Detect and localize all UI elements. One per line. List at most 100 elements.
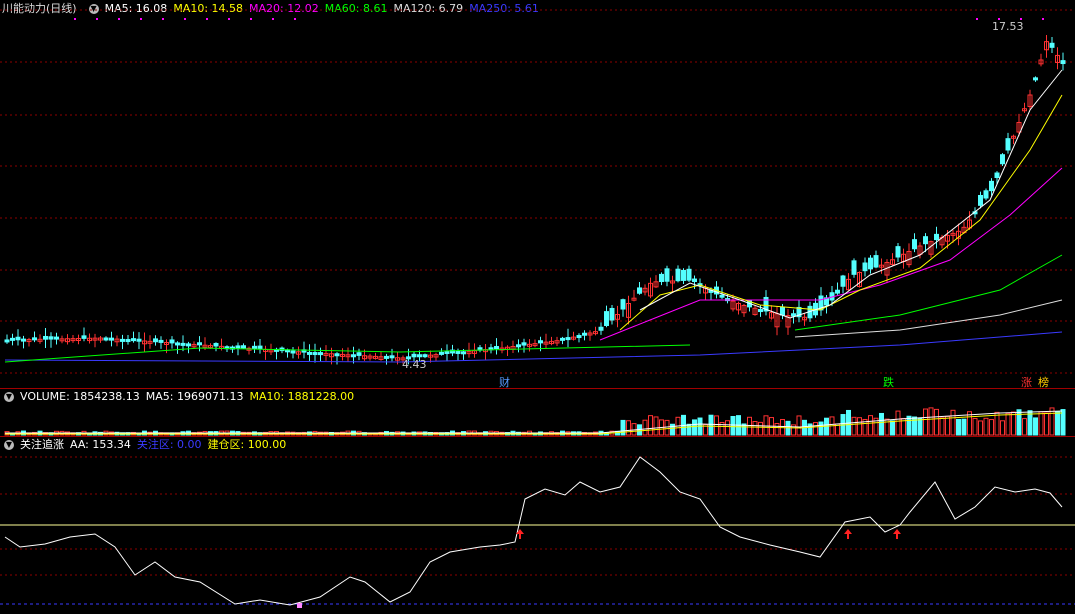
candle-body	[351, 354, 356, 358]
price-chart[interactable]	[0, 0, 1075, 388]
candle-body	[290, 350, 296, 354]
candle-body	[125, 339, 131, 343]
volume-bar	[730, 416, 736, 436]
candle-body	[197, 342, 202, 346]
candle-body	[10, 337, 15, 341]
volume-bar	[763, 415, 769, 436]
volume-bar	[1044, 412, 1049, 436]
volume-bar	[895, 410, 901, 436]
volume-bar	[868, 415, 873, 436]
candle-body	[312, 352, 318, 356]
candle-body	[444, 350, 450, 355]
candle-body	[659, 273, 664, 283]
volume-bar	[989, 419, 994, 436]
candle-body	[1005, 138, 1011, 151]
candle-body	[598, 326, 604, 331]
candle-body	[213, 342, 219, 347]
signal-dot	[228, 18, 230, 20]
candle-body	[978, 194, 983, 206]
volume-bar	[725, 420, 730, 436]
volume-bar	[664, 419, 670, 436]
volume-bar	[1033, 417, 1038, 436]
candle-body	[791, 313, 796, 317]
candle-body	[895, 246, 901, 258]
volume-bar	[956, 418, 961, 436]
volume-bar	[714, 415, 719, 436]
signal-dot	[118, 18, 120, 20]
aa-line	[4, 456, 1063, 606]
volume-bar	[890, 420, 895, 436]
volume-ma5-line	[5, 410, 1063, 434]
candle-body	[994, 172, 1000, 179]
volume-bar	[961, 418, 967, 436]
volume-bar	[1049, 407, 1055, 436]
candle-body	[862, 262, 868, 272]
signal-dot	[74, 18, 76, 20]
candle-body	[835, 289, 840, 294]
candle-body	[54, 336, 59, 340]
signal-dot	[96, 18, 98, 20]
volume-bar	[1000, 420, 1005, 436]
candle-body	[257, 345, 263, 350]
candle-body	[43, 335, 48, 340]
volume-bar	[851, 416, 857, 436]
candle-body	[180, 342, 186, 346]
candle-body	[620, 299, 626, 310]
volume-bar	[939, 417, 945, 436]
candle-body	[252, 345, 257, 350]
candle-body	[719, 294, 725, 298]
low-marker	[297, 603, 302, 608]
volume-bar	[1055, 411, 1060, 436]
candle-body	[48, 336, 54, 340]
candle-body	[912, 239, 917, 250]
volume-bar	[818, 421, 824, 436]
volume-bar	[813, 422, 818, 436]
volume-bar	[747, 416, 752, 436]
candle-body	[565, 337, 571, 341]
volume-bar	[774, 423, 780, 436]
candle-body	[131, 338, 136, 342]
candle-body	[637, 287, 642, 294]
volume-chart[interactable]	[0, 389, 1075, 436]
candle-body	[780, 306, 785, 316]
candle-body	[417, 354, 422, 358]
volume-bar	[1011, 411, 1016, 436]
volume-bar	[626, 420, 631, 436]
volume-bar	[983, 417, 989, 436]
candle-body	[356, 352, 362, 356]
volume-bar	[972, 417, 978, 436]
buy-arrow-icon	[844, 529, 852, 539]
candle-body	[989, 180, 994, 192]
volume-bar	[686, 423, 692, 436]
candle-body	[494, 346, 499, 350]
candle-body	[318, 352, 323, 356]
candle-body	[868, 257, 873, 270]
signal-dot	[294, 18, 296, 20]
volume-bar	[631, 423, 637, 436]
signal-dot	[206, 18, 208, 20]
candle-body	[934, 233, 939, 241]
candle-body	[516, 344, 521, 348]
candle-body	[983, 190, 989, 199]
candle-body	[411, 353, 417, 358]
candle-body	[1033, 77, 1038, 81]
candle-body	[686, 268, 692, 281]
signal-dot	[140, 18, 142, 20]
candle-body	[32, 337, 37, 341]
candle-body	[175, 342, 180, 346]
signal-dot	[1042, 18, 1044, 20]
candle-body	[664, 268, 670, 282]
candle-body	[15, 336, 21, 341]
volume-bar	[692, 419, 697, 436]
volume-bar	[752, 420, 758, 436]
candle-body	[81, 335, 87, 339]
volume-bar	[879, 412, 884, 436]
volume-bar	[917, 417, 923, 436]
candle-body	[422, 354, 428, 358]
candle-body	[1049, 42, 1055, 48]
volume-bar	[857, 417, 862, 436]
indicator-chart[interactable]	[0, 437, 1075, 614]
candle-body	[109, 337, 114, 341]
volume-bar	[1038, 411, 1044, 436]
low-price-label: 4.43	[402, 358, 427, 371]
